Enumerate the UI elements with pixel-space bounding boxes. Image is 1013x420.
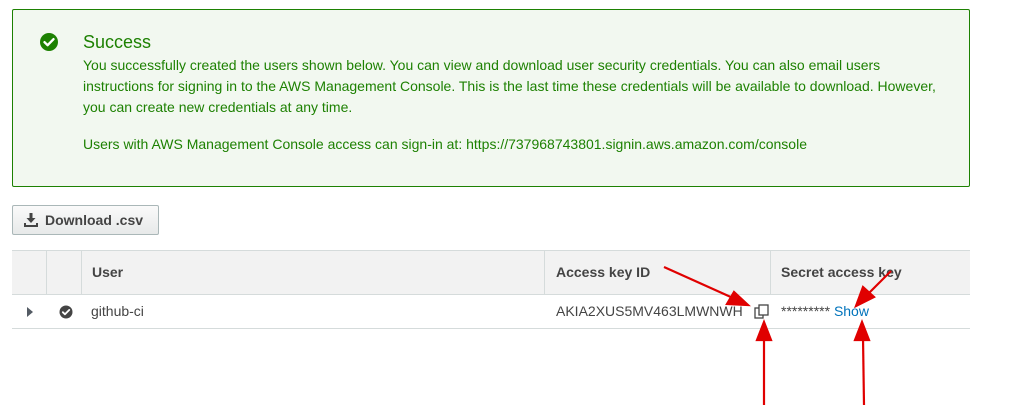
table-row: github-ci AKIA2XUS5MV463LMWNWH *********… bbox=[12, 295, 970, 329]
column-header-user: User bbox=[92, 264, 124, 280]
column-header-secret-access-key: Secret access key bbox=[781, 264, 902, 280]
secret-access-key-cell: ********* Show bbox=[781, 295, 869, 328]
column-divider bbox=[46, 251, 47, 294]
expand-row-icon[interactable] bbox=[26, 307, 34, 317]
annotation-arrow bbox=[861, 336, 866, 406]
credentials-table: User Access key ID Secret access key git… bbox=[12, 250, 970, 329]
success-status-icon bbox=[59, 305, 73, 319]
alert-title: Success bbox=[83, 32, 152, 52]
column-divider bbox=[81, 251, 82, 294]
download-csv-label: Download .csv bbox=[45, 212, 144, 228]
console-signin-prefix: Users with AWS Management Console access… bbox=[83, 136, 467, 152]
column-divider bbox=[770, 251, 771, 294]
copy-icon[interactable] bbox=[754, 304, 769, 319]
show-secret-link[interactable]: Show bbox=[834, 303, 869, 319]
column-header-access-key-id: Access key ID bbox=[556, 264, 651, 280]
success-alert: Success You successfully created the use… bbox=[12, 9, 970, 187]
console-signin-url[interactable]: https://737968743801.signin.aws.amazon.c… bbox=[466, 136, 807, 152]
column-divider bbox=[544, 251, 545, 294]
check-circle-icon bbox=[40, 33, 58, 51]
user-name: github-ci bbox=[91, 303, 144, 319]
table-header: User Access key ID Secret access key bbox=[12, 251, 970, 295]
secret-masked-value: ********* bbox=[781, 303, 831, 319]
alert-body: You successfully created the users shown… bbox=[83, 55, 953, 155]
access-key-id-value: AKIA2XUS5MV463LMWNWH bbox=[556, 303, 743, 319]
console-signin-line: Users with AWS Management Console access… bbox=[83, 134, 953, 155]
download-icon bbox=[24, 213, 38, 227]
download-csv-button[interactable]: Download .csv bbox=[12, 205, 159, 235]
alert-message: You successfully created the users shown… bbox=[83, 57, 936, 115]
